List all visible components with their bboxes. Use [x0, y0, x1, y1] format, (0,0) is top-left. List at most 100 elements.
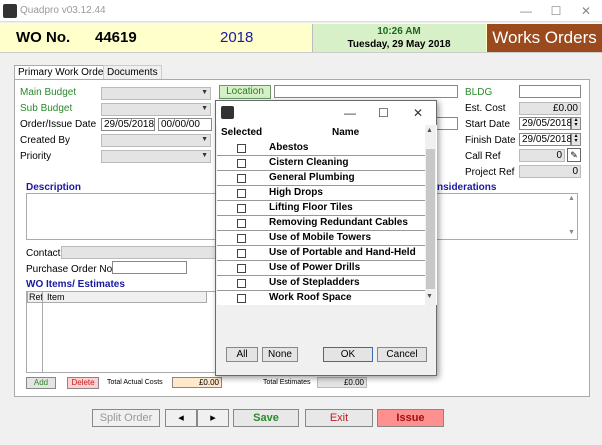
- edit-icon[interactable]: ✎: [567, 148, 581, 162]
- start-date-field[interactable]: 29/05/2018: [519, 117, 572, 130]
- next-button[interactable]: ▸: [197, 409, 229, 427]
- save-button[interactable]: Save: [233, 409, 299, 427]
- call-ref-label: Call Ref: [465, 151, 501, 162]
- list-item[interactable]: Work Roof Space: [217, 291, 425, 305]
- dialog-minimize-button[interactable]: —: [344, 106, 356, 120]
- order-issue-date-label: Order/Issue Date: [20, 119, 97, 130]
- list-item[interactable]: Cistern Cleaning: [217, 156, 425, 171]
- list-item[interactable]: Removing Redundant Cables: [217, 216, 425, 231]
- checkbox[interactable]: [237, 174, 246, 183]
- location-field[interactable]: [274, 85, 458, 98]
- created-by-select[interactable]: ▼: [101, 134, 211, 147]
- option-list[interactable]: Selected Name Abestos Cistern Cleaning Gen…: [217, 125, 437, 305]
- checkbox[interactable]: [237, 159, 246, 168]
- location-extra-field[interactable]: [436, 117, 458, 130]
- purchase-order-field[interactable]: [112, 261, 187, 274]
- list-item[interactable]: Use of Stepladders: [217, 276, 425, 291]
- bldg-field[interactable]: [519, 85, 581, 98]
- checkbox[interactable]: [237, 204, 246, 213]
- checkbox[interactable]: [237, 144, 246, 153]
- wo-year: 2018: [220, 29, 254, 46]
- issue-button[interactable]: Issue: [377, 409, 444, 427]
- project-ref-field[interactable]: 0: [519, 165, 581, 178]
- exit-button[interactable]: Exit: [305, 409, 373, 427]
- chevron-down-icon: ▼: [201, 136, 208, 143]
- dialog-close-button[interactable]: ✕: [413, 106, 423, 120]
- sub-budget-label: Sub Budget: [20, 103, 73, 114]
- ok-button[interactable]: OK: [323, 347, 373, 362]
- est-cost-label: Est. Cost: [465, 103, 506, 114]
- list-item-label: Removing Redundant Cables: [269, 217, 408, 228]
- list-item[interactable]: Use of Power Drills: [217, 261, 425, 276]
- main-budget-select[interactable]: ▼: [101, 87, 211, 100]
- bldg-label: BLDG: [465, 87, 493, 98]
- finish-date-spinner[interactable]: ▴ ▾: [571, 133, 581, 146]
- scroll-down-icon[interactable]: ▼: [568, 229, 575, 236]
- close-window-button[interactable]: ✕: [572, 3, 600, 19]
- main-budget-label: Main Budget: [20, 87, 77, 98]
- tab-primary-work-order[interactable]: Primary Work Order: [14, 65, 111, 80]
- scroll-up-icon[interactable]: ▲: [426, 127, 433, 134]
- wo-items-grid[interactable]: [26, 291, 218, 373]
- total-actual-costs-label: Total Actual Costs: [107, 379, 163, 386]
- list-item[interactable]: Use of Portable and Hand-Held: [217, 246, 425, 261]
- chevron-down-icon: ▼: [201, 105, 208, 112]
- list-scrollbar[interactable]: ▲ ▼: [425, 125, 436, 305]
- add-button[interactable]: Add: [26, 377, 56, 389]
- project-ref-label: Project Ref: [465, 167, 515, 178]
- scroll-up-icon[interactable]: ▲: [568, 195, 575, 202]
- purchase-order-label: Purchase Order No.: [26, 264, 115, 275]
- list-item-label: High Drops: [269, 187, 323, 198]
- contact-field[interactable]: [61, 246, 216, 259]
- total-actual-costs-field: £0.00: [172, 377, 222, 388]
- considerations-label: nsiderations: [437, 182, 497, 193]
- delete-button[interactable]: Delete: [67, 377, 99, 389]
- location-button[interactable]: Location: [219, 85, 271, 99]
- clock-time: 10:26 AM: [377, 26, 421, 37]
- list-item[interactable]: Abestos: [217, 141, 425, 156]
- est-cost-field[interactable]: £0.00: [519, 102, 581, 115]
- list-item-label: Work Roof Space: [269, 292, 352, 303]
- dialog-titlebar: [216, 101, 436, 125]
- list-item-label: Abestos: [269, 142, 309, 153]
- sub-budget-select[interactable]: ▼: [101, 103, 211, 116]
- checkbox[interactable]: [237, 234, 246, 243]
- select-none-button[interactable]: None: [262, 347, 298, 362]
- checkbox[interactable]: [237, 249, 246, 258]
- list-item[interactable]: Use of Mobile Towers: [217, 231, 425, 246]
- list-item[interactable]: General Plumbing: [217, 171, 425, 186]
- start-date-label: Start Date: [465, 119, 511, 130]
- checkbox[interactable]: [237, 264, 246, 273]
- checkbox[interactable]: [237, 294, 246, 303]
- prev-button[interactable]: ◂: [165, 409, 197, 427]
- priority-select[interactable]: ▼: [101, 150, 211, 163]
- wo-number: 44619: [95, 29, 137, 46]
- chevron-down-icon: ▼: [201, 89, 208, 96]
- list-item[interactable]: High Drops: [217, 186, 425, 201]
- dialog-maximize-button[interactable]: ☐: [378, 106, 389, 120]
- list-item-label: Use of Mobile Towers: [269, 232, 372, 243]
- scrollbar-thumb[interactable]: [426, 149, 435, 289]
- order-time-field[interactable]: 00/00/00: [158, 118, 212, 131]
- checkbox[interactable]: [237, 189, 246, 198]
- maximize-button[interactable]: ☐: [542, 3, 570, 19]
- brand-title: Works Orders: [487, 24, 602, 52]
- list-item-label: Use of Portable and Hand-Held: [269, 247, 416, 258]
- contact-label: Contact: [26, 248, 61, 259]
- call-ref-field[interactable]: 0: [519, 149, 565, 162]
- split-order-button[interactable]: Split Order: [92, 409, 160, 427]
- list-item[interactable]: Lifting Floor Tiles: [217, 201, 425, 216]
- list-item-label: Use of Stepladders: [269, 277, 360, 288]
- scroll-down-icon[interactable]: ▼: [426, 293, 433, 300]
- checkbox[interactable]: [237, 219, 246, 228]
- total-estimates-label: Total Estimates: [263, 379, 311, 386]
- checkbox[interactable]: [237, 279, 246, 288]
- minimize-button[interactable]: —: [512, 3, 540, 19]
- order-date-field[interactable]: 29/05/2018: [101, 118, 155, 131]
- start-date-spinner[interactable]: ▴ ▾: [571, 117, 581, 130]
- select-all-button[interactable]: All: [226, 347, 258, 362]
- cancel-button[interactable]: Cancel: [377, 347, 427, 362]
- list-item-label: Use of Power Drills: [269, 262, 361, 273]
- tab-documents[interactable]: Documents: [103, 65, 162, 80]
- finish-date-field[interactable]: 29/05/2018: [519, 133, 572, 146]
